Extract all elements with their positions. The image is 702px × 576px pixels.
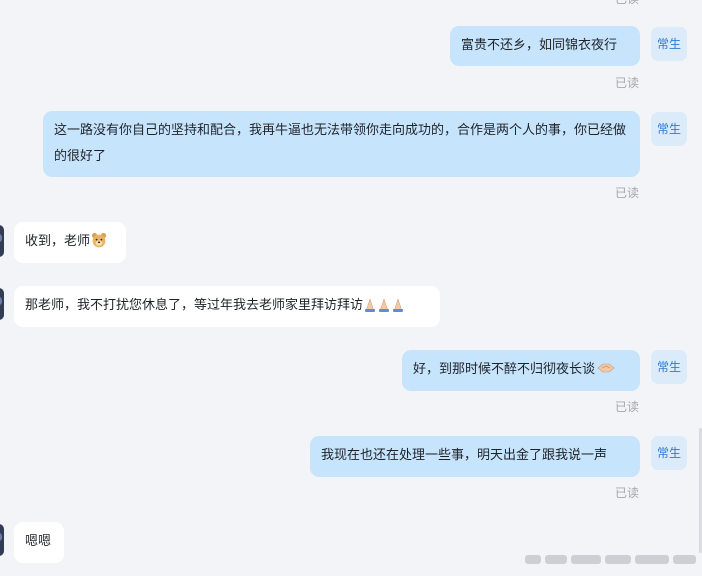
message-bubble-sent[interactable]: 我现在也还在处理一些事，明天出金了跟我说一声: [310, 436, 640, 477]
avatar[interactable]: 常生: [651, 112, 687, 146]
read-status: 已读: [615, 186, 640, 200]
avatar[interactable]: 常生: [651, 436, 687, 470]
read-status: 已读: [615, 486, 640, 500]
avatar[interactable]: 常生: [651, 27, 687, 61]
message-text: 那老师，我不打扰您休息了，等过年我去老师家里拜访拜访: [25, 298, 364, 313]
avatar[interactable]: [0, 225, 4, 257]
message-bubble-sent[interactable]: 这一路没有你自己的坚持和配合，我再牛逼也无法带领你走向成功的，合作是两个人的事，…: [43, 111, 640, 177]
message-text: 富贵不还乡，如同锦衣夜行: [461, 38, 618, 53]
message-bubble-sent[interactable]: 富贵不还乡，如同锦衣夜行: [450, 26, 640, 66]
message-text: 这一路没有你自己的坚持和配合，我再牛逼也无法带领你走向成功的，合作是两个人的事，…: [54, 123, 627, 164]
avatar-label: 常生: [656, 37, 681, 51]
avatar-label: 常生: [656, 360, 681, 374]
message-text: 好，到那时候不醉不归彻夜长谈: [413, 362, 596, 377]
avatar[interactable]: 常生: [651, 350, 687, 384]
avatar[interactable]: [0, 524, 4, 556]
message-text: 我现在也还在处理一些事，明天出金了跟我说一声: [321, 448, 608, 463]
handshake-icon: [597, 363, 615, 373]
avatar-label: 常生: [656, 446, 681, 460]
message-bubble-received[interactable]: 嗯嗯: [14, 522, 64, 563]
avatar[interactable]: [0, 288, 4, 320]
message-bubble-received[interactable]: 那老师，我不打扰您休息了，等过年我去老师家里拜访拜访: [14, 286, 440, 327]
watermark-icon: [525, 555, 696, 564]
message-bubble-sent[interactable]: 好，到那时候不醉不归彻夜长谈: [402, 350, 640, 391]
read-status: 已读: [615, 400, 640, 414]
message-text: 收到，老师: [25, 234, 91, 249]
message-bubble-received[interactable]: 收到，老师: [14, 222, 126, 263]
message-text: 嗯嗯: [25, 534, 52, 549]
read-status: 已读: [615, 0, 639, 7]
avatar-label: 常生: [656, 122, 681, 136]
bear-face-icon: [91, 232, 107, 248]
read-status: 已读: [615, 76, 640, 90]
folded-hands-icon: [365, 298, 404, 312]
